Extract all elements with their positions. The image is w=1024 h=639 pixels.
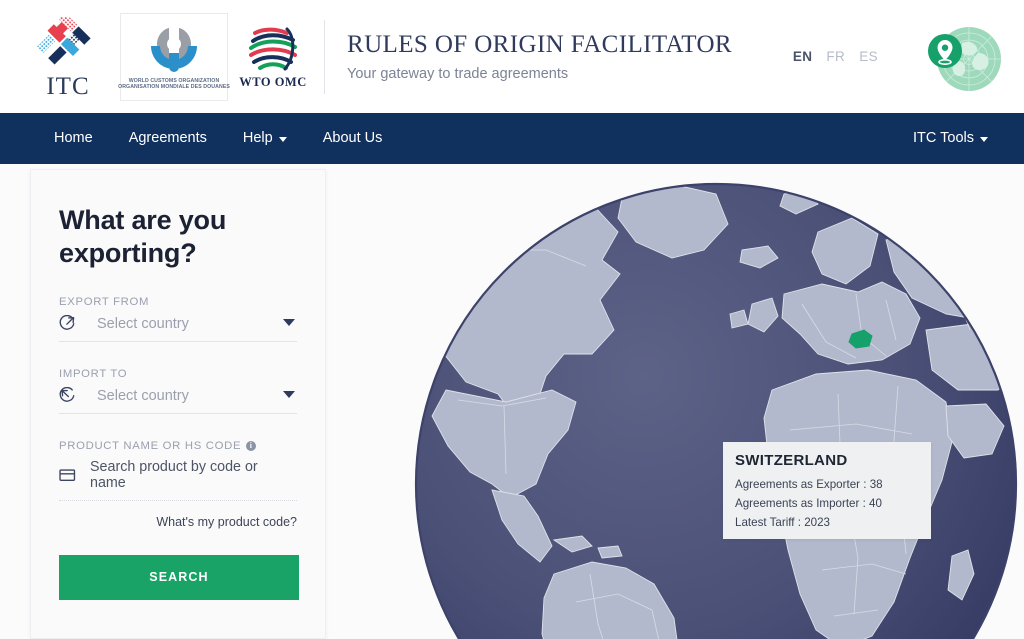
wto-logo-text: WTO OMC bbox=[239, 74, 307, 89]
product-field-label: PRODUCT NAME OR HS CODE i bbox=[59, 440, 297, 452]
info-icon[interactable]: i bbox=[246, 440, 257, 451]
nav-item-agreements[interactable]: Agreements bbox=[111, 113, 225, 164]
lang-fr[interactable]: FR bbox=[826, 49, 845, 64]
wco-line-2: ORGANISATION MONDIALE DES DOUANES bbox=[118, 83, 230, 90]
tooltip-row-tariff: Latest Tariff : 2023 bbox=[735, 514, 919, 533]
globe-illustration-icon bbox=[414, 182, 1018, 639]
tooltip-row-exporter: Agreements as Exporter : 38 bbox=[735, 476, 919, 495]
import-to-placeholder: Select country bbox=[97, 387, 189, 404]
chevron-down-icon[interactable] bbox=[283, 390, 295, 398]
page-root: ITC WORLD CUSTOMS ORGANIZATION ORGANISAT… bbox=[0, 0, 1024, 639]
site-header: ITC WORLD CUSTOMS ORGANIZATION ORGANISAT… bbox=[0, 0, 1024, 113]
export-from-select[interactable]: Select country bbox=[59, 315, 297, 342]
export-arrow-icon bbox=[59, 315, 81, 333]
lang-es[interactable]: ES bbox=[859, 49, 878, 64]
wto-mark-icon bbox=[249, 27, 297, 70]
lang-en[interactable]: EN bbox=[793, 49, 813, 64]
country-tooltip: SWITZERLAND Agreements as Exporter : 38 … bbox=[723, 442, 931, 539]
nav-item-agreements-label: Agreements bbox=[128, 130, 207, 146]
nav-item-home-label: Home bbox=[54, 130, 93, 146]
product-search-placeholder: Search product by code or name bbox=[90, 458, 258, 491]
box-icon-svg bbox=[59, 469, 76, 481]
tooltip-exporter-value: 38 bbox=[869, 478, 883, 491]
wco-mark-icon bbox=[151, 24, 197, 72]
whats-my-product-code-link[interactable]: What's my product code? bbox=[156, 515, 297, 529]
product-search-input[interactable]: Search product by code or name bbox=[59, 459, 297, 501]
nav-item-home[interactable]: Home bbox=[36, 113, 111, 164]
product-code-link-row: What's my product code? bbox=[59, 513, 297, 531]
logo-group: ITC WORLD CUSTOMS ORGANIZATION ORGANISAT… bbox=[0, 0, 732, 113]
rof-globe-logo bbox=[916, 17, 1002, 97]
import-arrow-icon bbox=[59, 387, 81, 405]
nav-items: Home Agreements Help About Us bbox=[0, 113, 400, 164]
nav-item-about-us-label: About Us bbox=[322, 130, 383, 146]
import-to-label: IMPORT TO bbox=[59, 367, 128, 380]
wto-logo: WTO OMC bbox=[238, 13, 308, 101]
main-content: SWITZERLAND Agreements as Exporter : 38 … bbox=[0, 164, 1024, 639]
search-button[interactable]: SEARCH bbox=[59, 554, 299, 600]
world-globe[interactable] bbox=[386, 154, 1024, 639]
tooltip-tariff-label: Latest Tariff : bbox=[735, 515, 801, 529]
product-field-label-text: PRODUCT NAME OR HS CODE bbox=[59, 439, 242, 452]
language-switcher: EN FR ES bbox=[793, 49, 878, 64]
tooltip-importer-label: Agreements as Importer : bbox=[735, 496, 866, 510]
search-panel: What are you exporting? EXPORT FROM Sele… bbox=[30, 169, 326, 639]
wco-logo-text: WORLD CUSTOMS ORGANIZATION ORGANISATION … bbox=[118, 78, 230, 91]
export-arrow-icon-svg bbox=[59, 315, 75, 331]
itc-logo: ITC bbox=[30, 11, 106, 103]
chevron-down-icon bbox=[980, 137, 988, 142]
header-divider bbox=[324, 19, 325, 94]
tooltip-exporter-label: Agreements as Exporter : bbox=[735, 478, 867, 491]
tooltip-tariff-value: 2023 bbox=[804, 515, 830, 529]
chevron-down-icon[interactable] bbox=[283, 318, 295, 326]
export-from-placeholder: Select country bbox=[97, 315, 189, 332]
import-to-select[interactable]: Select country bbox=[59, 387, 297, 414]
page-title: RULES OF ORIGIN FACILITATOR bbox=[347, 30, 732, 58]
search-panel-heading: What are you exporting? bbox=[59, 205, 227, 268]
itc-mark-icon bbox=[36, 16, 91, 65]
site-title-block: RULES OF ORIGIN FACILITATOR Your gateway… bbox=[347, 31, 732, 83]
export-from-label: EXPORT FROM bbox=[59, 295, 150, 308]
rof-globe-icon bbox=[928, 26, 1001, 91]
wco-logo: WORLD CUSTOMS ORGANIZATION ORGANISATION … bbox=[118, 12, 230, 101]
import-arrow-icon-svg bbox=[59, 387, 75, 403]
tooltip-importer-value: 40 bbox=[869, 496, 882, 510]
tooltip-row-importer: Agreements as Importer : 40 bbox=[735, 495, 919, 514]
page-subtitle: Your gateway to trade agreements bbox=[347, 66, 569, 83]
header-right: EN FR ES bbox=[793, 0, 1024, 113]
nav-item-help[interactable]: Help bbox=[225, 113, 305, 164]
tooltip-country-name: SWITZERLAND bbox=[735, 452, 848, 469]
itc-logo-text: ITC bbox=[46, 72, 90, 100]
nav-item-help-label: Help bbox=[242, 130, 273, 146]
box-icon bbox=[59, 466, 81, 484]
chevron-down-icon bbox=[278, 137, 287, 142]
